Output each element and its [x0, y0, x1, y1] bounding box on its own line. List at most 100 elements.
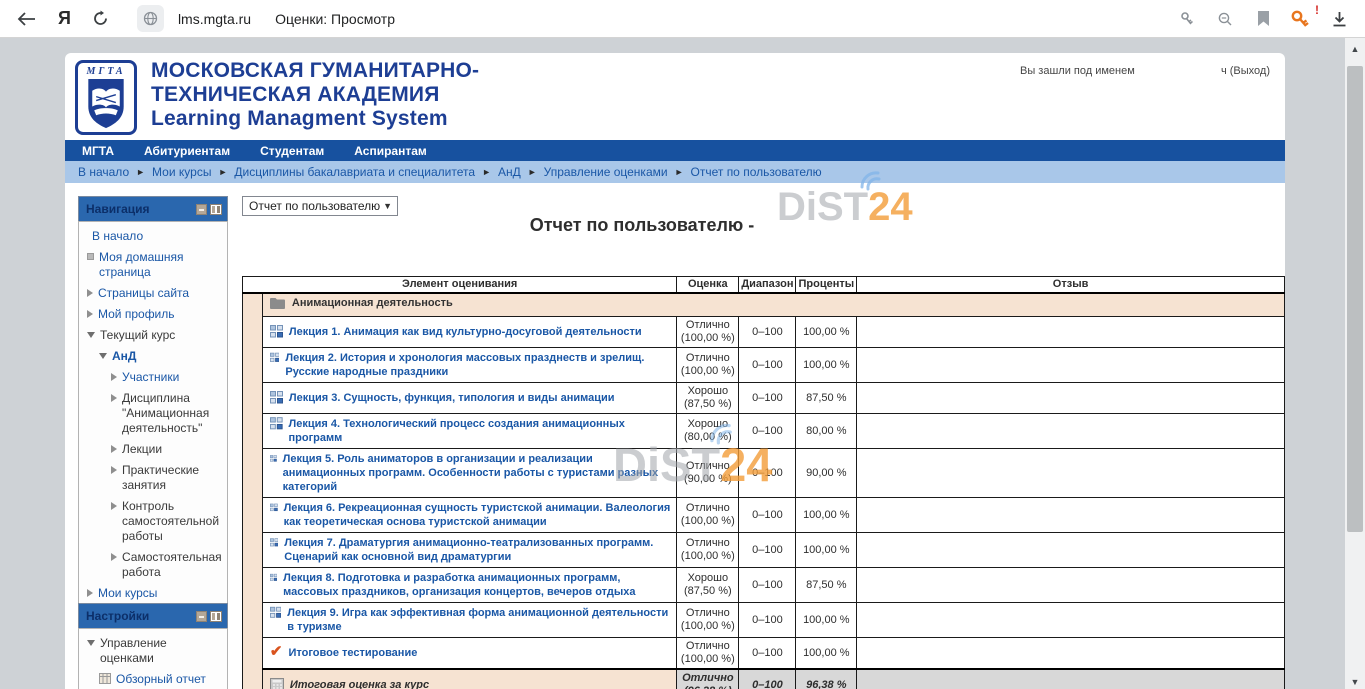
browser-window: { "browser": { "url": "lms.mgta.ru", "pa… [0, 0, 1365, 689]
sidebar-item-participants[interactable]: Участники [83, 370, 223, 385]
breadcrumb-user-report[interactable]: Отчет по пользователю [691, 165, 822, 179]
chevron-down-icon[interactable] [99, 353, 107, 359]
settings-block-header: Настройки [78, 603, 228, 628]
chevron-right-icon[interactable] [111, 466, 117, 474]
percent-cell: 90,00 % [796, 449, 857, 498]
sidebar-item-site-pages[interactable]: Страницы сайта [83, 286, 223, 301]
table-row: Лекция 7. Драматургия анимационно-театра… [243, 533, 1285, 568]
sidebar-item-control[interactable]: Контроль самостоятельной работы [83, 499, 223, 544]
table-row: Лекция 4. Технологический процесс создан… [243, 414, 1285, 449]
yandex-logo[interactable]: Я [58, 8, 71, 29]
navigation-block: Навигация В начало Моя домашняя страница… [78, 196, 228, 610]
chevron-right-icon[interactable] [87, 589, 93, 597]
scroll-up-icon[interactable]: ▲ [1345, 44, 1365, 54]
scroll-down-icon[interactable]: ▼ [1345, 677, 1365, 687]
chevron-down-icon[interactable] [87, 640, 95, 646]
sidebar-item-self-work[interactable]: Самостоятельная работа [83, 550, 223, 580]
feedback-cell [857, 533, 1285, 568]
breadcrumb-my-courses[interactable]: Мои курсы [152, 165, 211, 179]
breadcrumb-home[interactable]: В начало [78, 165, 129, 179]
indent-cell [243, 293, 263, 689]
grade-cell: Отлично(100,00 %) [677, 533, 739, 568]
breadcrumb-separator-icon: ► [136, 167, 145, 177]
category-name[interactable]: Анимационная деятельность [292, 297, 453, 309]
grade-item-link[interactable]: Итоговое тестирование [288, 646, 417, 660]
feedback-cell [857, 638, 1285, 670]
breadcrumb-disciplines[interactable]: Дисциплины бакалавриата и специалитета [234, 165, 475, 179]
table-row: Лекция 3. Сущность, функция, типология и… [243, 383, 1285, 414]
sidebar-item-my-courses[interactable]: Мои курсы [83, 586, 223, 601]
table-row: Лекция 8. Подготовка и разработка анимац… [243, 568, 1285, 603]
breadcrumb-course[interactable]: АнД [498, 165, 521, 179]
nav-item-studentam[interactable]: Студентам [260, 144, 324, 158]
scrollbar-thumb[interactable] [1347, 66, 1363, 532]
grade-item-link[interactable]: Лекция 2. История и хронология массовых … [285, 351, 670, 379]
quiz-check-icon: ✔ [270, 646, 283, 658]
nav-item-abiturientam[interactable]: Абитуриентам [144, 144, 230, 158]
page-scrollbar[interactable]: ▲ ▼ [1345, 38, 1365, 689]
sidebar-item-my-profile[interactable]: Мой профиль [83, 307, 223, 322]
range-cell: 0–100 [739, 383, 796, 414]
navigation-block-header: Навигация [78, 196, 228, 221]
percent-cell: 100,00 % [796, 603, 857, 638]
grade-item-link[interactable]: Лекция 5. Роль аниматоров в организации … [283, 452, 671, 494]
download-icon[interactable] [1325, 5, 1353, 33]
grade-item-link[interactable]: Лекция 1. Анимация как вид культурно-дос… [289, 325, 642, 339]
sidebar-item-my-home[interactable]: Моя домашняя страница [83, 250, 223, 280]
chevron-right-icon[interactable] [87, 310, 93, 318]
sidebar-item-lectures[interactable]: Лекции [83, 442, 223, 457]
sidebar-item-home[interactable]: В начало [83, 229, 223, 244]
globe-icon[interactable] [137, 5, 164, 32]
dock-block-icon[interactable] [210, 204, 222, 215]
nav-item-aspirantam[interactable]: Аспирантам [354, 144, 427, 158]
grade-item-link[interactable]: Лекция 9. Игра как эффективная форма ани… [287, 606, 670, 634]
grade-cell: Отлично(100,00 %) [677, 638, 739, 670]
breadcrumb-grade-admin[interactable]: Управление оценками [544, 165, 668, 179]
logout-link[interactable]: ч (Выход) [1221, 65, 1270, 77]
chevron-right-icon[interactable] [111, 394, 117, 402]
key-icon[interactable] [1173, 5, 1201, 33]
bookmark-icon[interactable] [1249, 5, 1277, 33]
address-url[interactable]: lms.mgta.ru [178, 11, 251, 27]
grade-item-link[interactable]: Лекция 3. Сущность, функция, типология и… [289, 391, 615, 405]
grade-cell: Хорошо(80,00 %) [677, 414, 739, 449]
chevron-right-icon[interactable] [87, 289, 93, 297]
report-type-select[interactable]: Отчет по пользователю ▼ [242, 196, 398, 216]
sidebar-item-grade-admin[interactable]: Управление оценками [83, 636, 223, 666]
col-header-range: Диапазон [739, 277, 796, 293]
col-header-grade: Оценка [677, 277, 739, 293]
grade-item-link[interactable]: Лекция 4. Технологический процесс создан… [289, 417, 671, 445]
lesson-icon [270, 501, 278, 514]
grade-item-link[interactable]: Лекция 8. Подготовка и разработка анимац… [283, 571, 670, 599]
grade-item-link[interactable]: Лекция 6. Рекреационная сущность туристс… [284, 501, 671, 529]
nav-item-mgta[interactable]: МГТА [82, 144, 114, 158]
sidebar-item-and-course[interactable]: АнД [83, 349, 223, 364]
minimize-block-icon[interactable] [196, 204, 207, 215]
feedback-cell [857, 498, 1285, 533]
settings-block: Настройки Управление оценками Обзорный о… [78, 603, 228, 689]
back-icon[interactable] [12, 5, 40, 33]
password-alert-icon[interactable]: ! [1287, 5, 1315, 33]
refresh-icon[interactable] [87, 5, 115, 33]
find-zoom-icon[interactable] [1211, 5, 1239, 33]
sidebar-item-grader-report[interactable]: Обзорный отчет [83, 672, 223, 688]
sidebar-item-discipline[interactable]: Дисциплина "Анимационная деятельность" [83, 391, 223, 436]
breadcrumb-separator-icon: ► [675, 167, 684, 177]
chevron-right-icon[interactable] [111, 373, 117, 381]
login-info: Вы зашли под именем ч (Выход) [1020, 65, 1270, 77]
sidebar-item-practice[interactable]: Практические занятия [83, 463, 223, 493]
minimize-block-icon[interactable] [196, 611, 207, 622]
grade-item-link[interactable]: Лекция 7. Драматургия анимационно-театра… [284, 536, 670, 564]
sidebar-item-current-course[interactable]: Текущий курс [83, 328, 223, 343]
table-row: Лекция 5. Роль аниматоров в организации … [243, 449, 1285, 498]
table-row: Лекция 1. Анимация как вид культурно-дос… [243, 317, 1285, 348]
chevron-right-icon[interactable] [111, 553, 117, 561]
chevron-down-icon[interactable] [87, 332, 95, 338]
grade-cell: Отлично(90,00 %) [677, 449, 739, 498]
chevron-right-icon[interactable] [111, 502, 117, 510]
address-page-title[interactable]: Оценки: Просмотр [275, 11, 395, 27]
chevron-right-icon[interactable] [111, 445, 117, 453]
feedback-cell [857, 348, 1285, 383]
lesson-icon [270, 452, 277, 465]
dock-block-icon[interactable] [210, 611, 222, 622]
